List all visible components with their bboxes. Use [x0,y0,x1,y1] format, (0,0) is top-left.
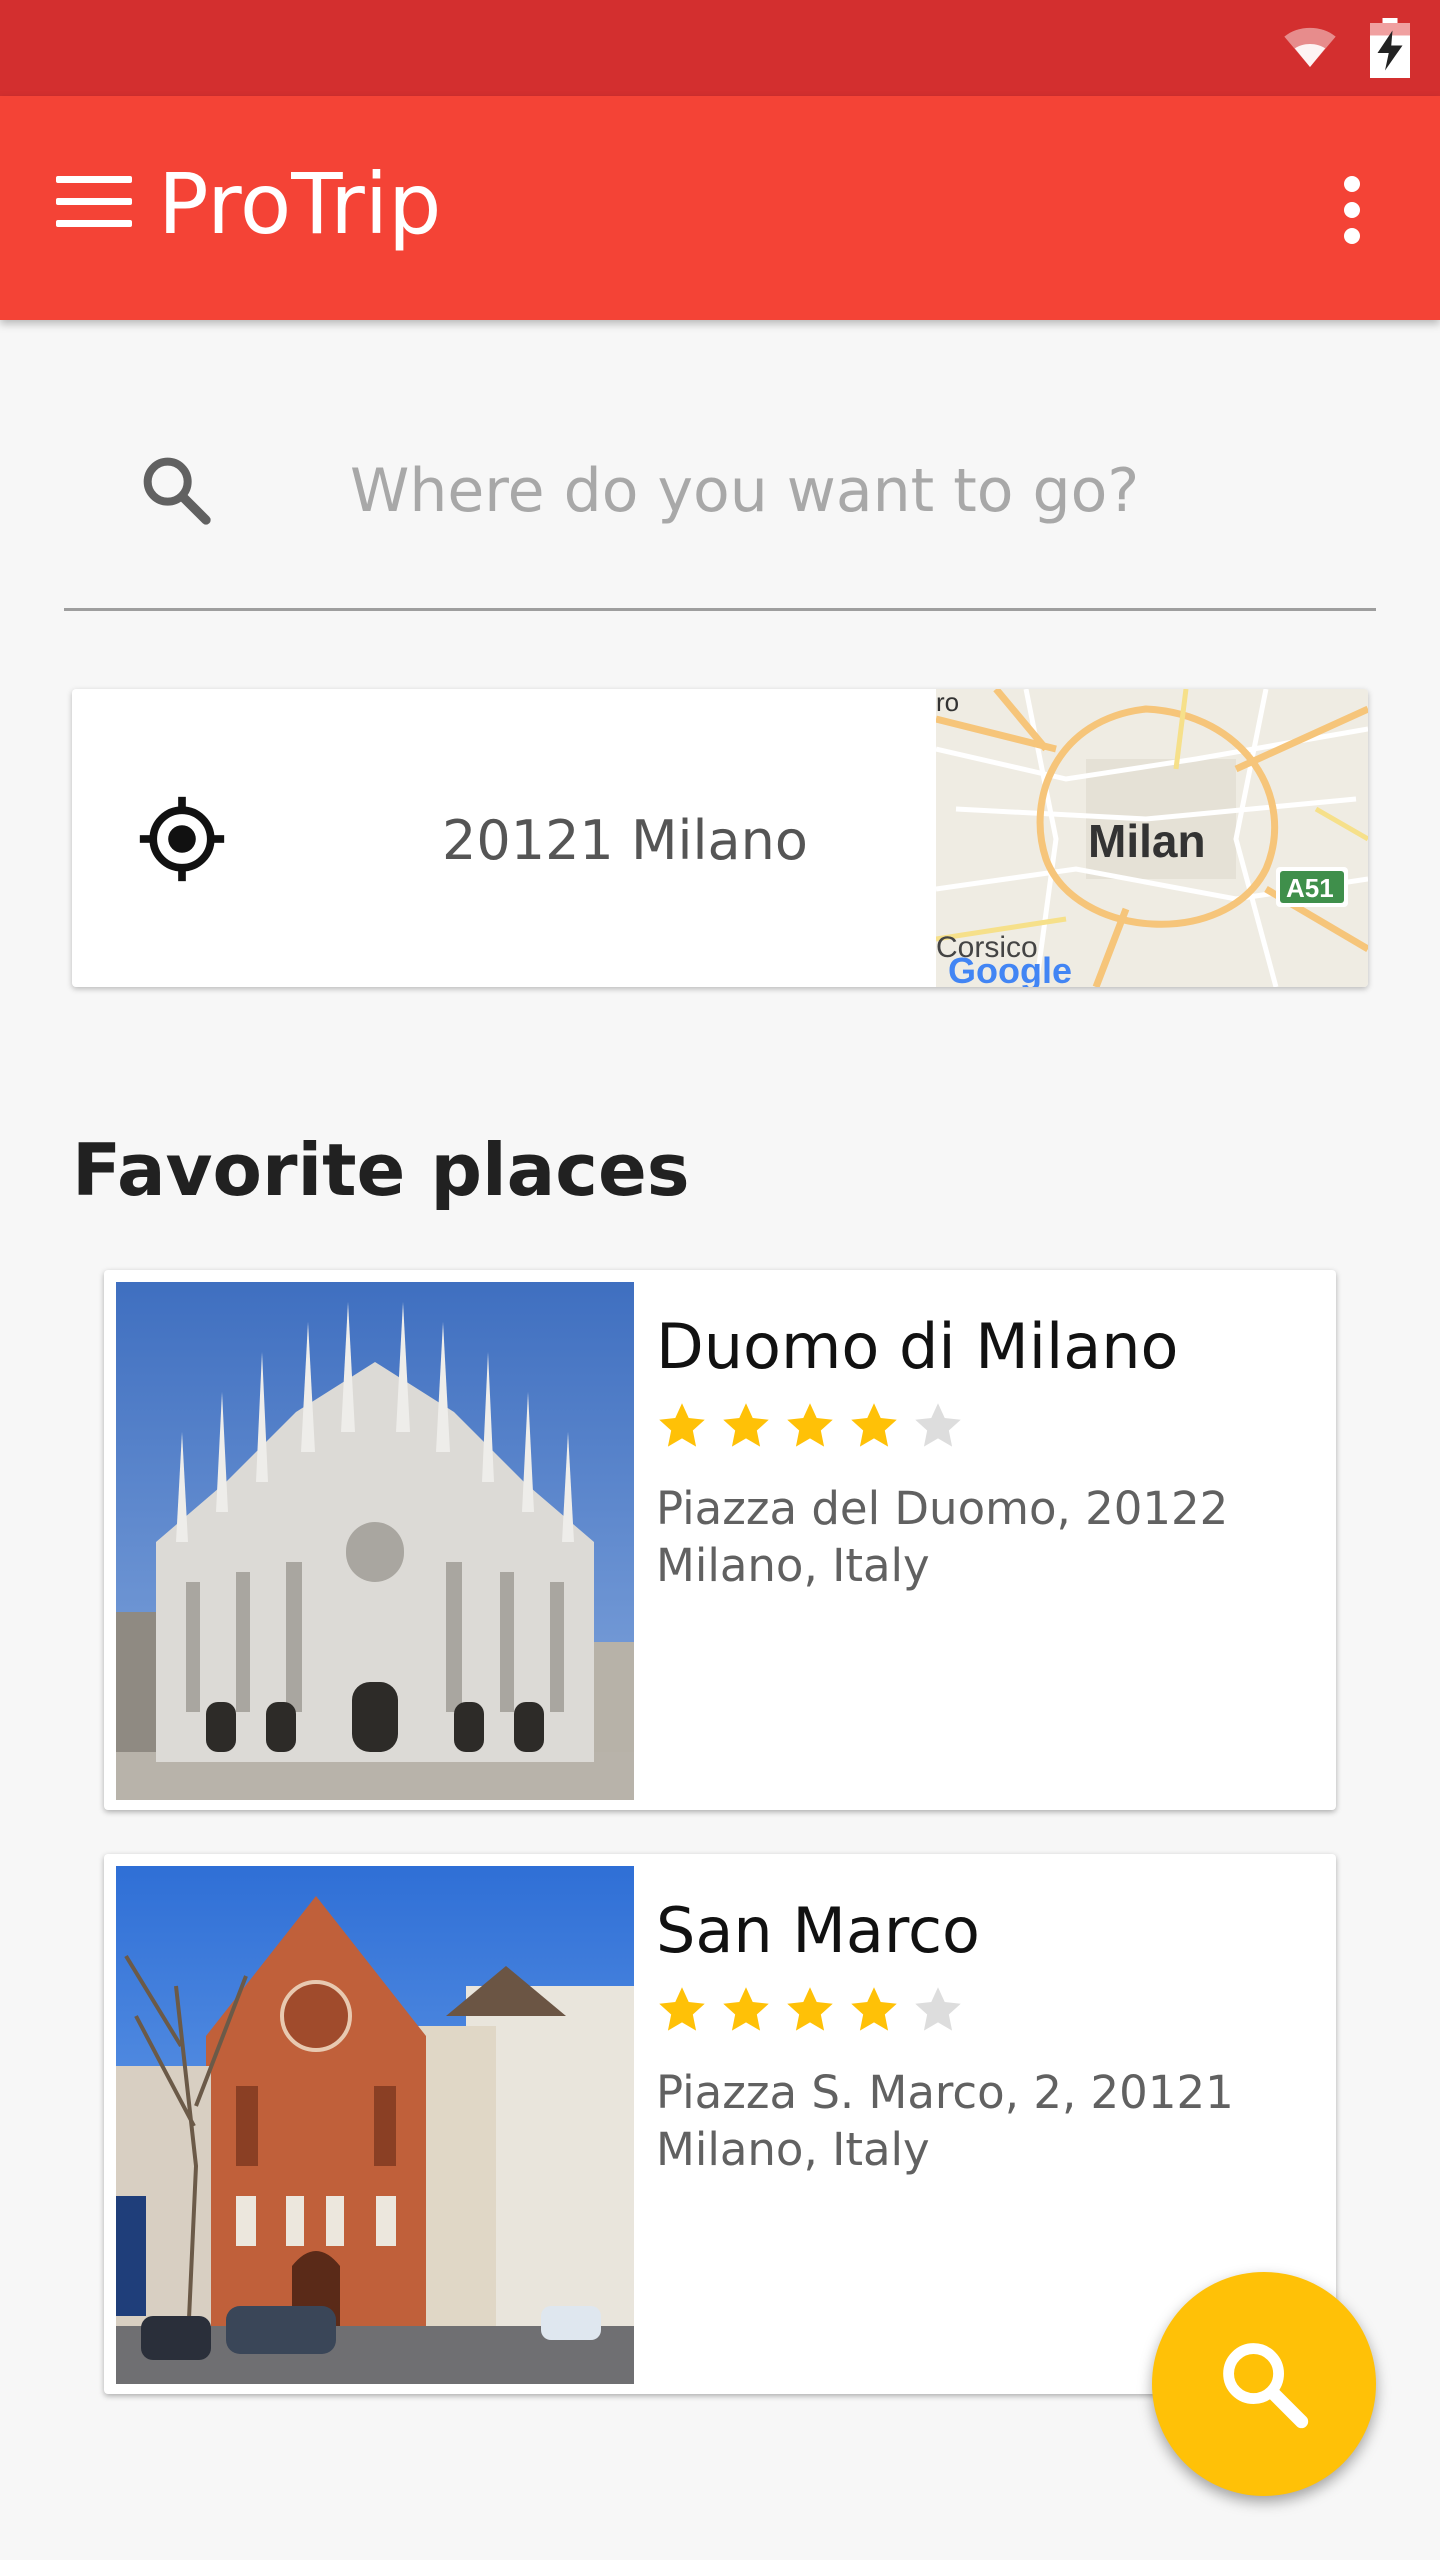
current-location-card[interactable]: 20121 Milano ro Milan A51 Corsico Google [72,689,1368,987]
search-icon [143,457,211,525]
more-vert-icon[interactable] [1332,176,1372,248]
star-icon [659,1987,705,2031]
map-road-label: A51 [1286,873,1334,903]
search-input[interactable] [348,450,1332,532]
search-bar [64,410,1376,611]
wifi-icon [1284,27,1336,67]
star-icon [787,1987,833,2031]
place-image [116,1282,634,1800]
place-card[interactable]: San Marco Piazza S. Marco, 2, 20121 Mila… [104,1854,1336,2394]
search-icon [1223,2343,1309,2429]
my-location-icon[interactable] [136,793,228,885]
place-name: Duomo di Milano [656,1310,1179,1383]
location-text: 20121 Milano [442,809,808,872]
star-icon [915,1403,961,1447]
svg-text:ro: ro [936,689,959,717]
map-city-label: Milan [1088,815,1206,867]
rating-stars [659,1987,961,2031]
menu-icon[interactable] [56,176,132,240]
place-image [116,1866,634,2384]
star-icon [723,1987,769,2031]
app-bar: ProTrip [0,96,1440,320]
map-thumbnail[interactable]: ro Milan A51 Corsico Google [935,689,1368,987]
app-title: ProTrip [158,155,442,253]
star-icon [659,1403,705,1447]
rating-stars [659,1403,961,1447]
star-icon [787,1403,833,1447]
status-bar [0,0,1440,96]
google-logo: Google [948,950,1072,987]
battery-charging-icon [1370,18,1410,78]
place-address: Piazza del Duomo, 20122 Milano, Italy [656,1482,1229,1592]
place-card[interactable]: Duomo di Milano Piazza del Duomo, 20122 … [104,1270,1336,1810]
star-icon [915,1987,961,2031]
place-address: Piazza S. Marco, 2, 20121 Milano, Italy [656,2066,1234,2176]
star-icon [851,1987,897,2031]
star-icon [851,1403,897,1447]
section-title: Favorite places [72,1128,690,1212]
star-icon [723,1403,769,1447]
place-name: San Marco [656,1894,980,1967]
search-fab-button[interactable] [1152,2272,1376,2496]
